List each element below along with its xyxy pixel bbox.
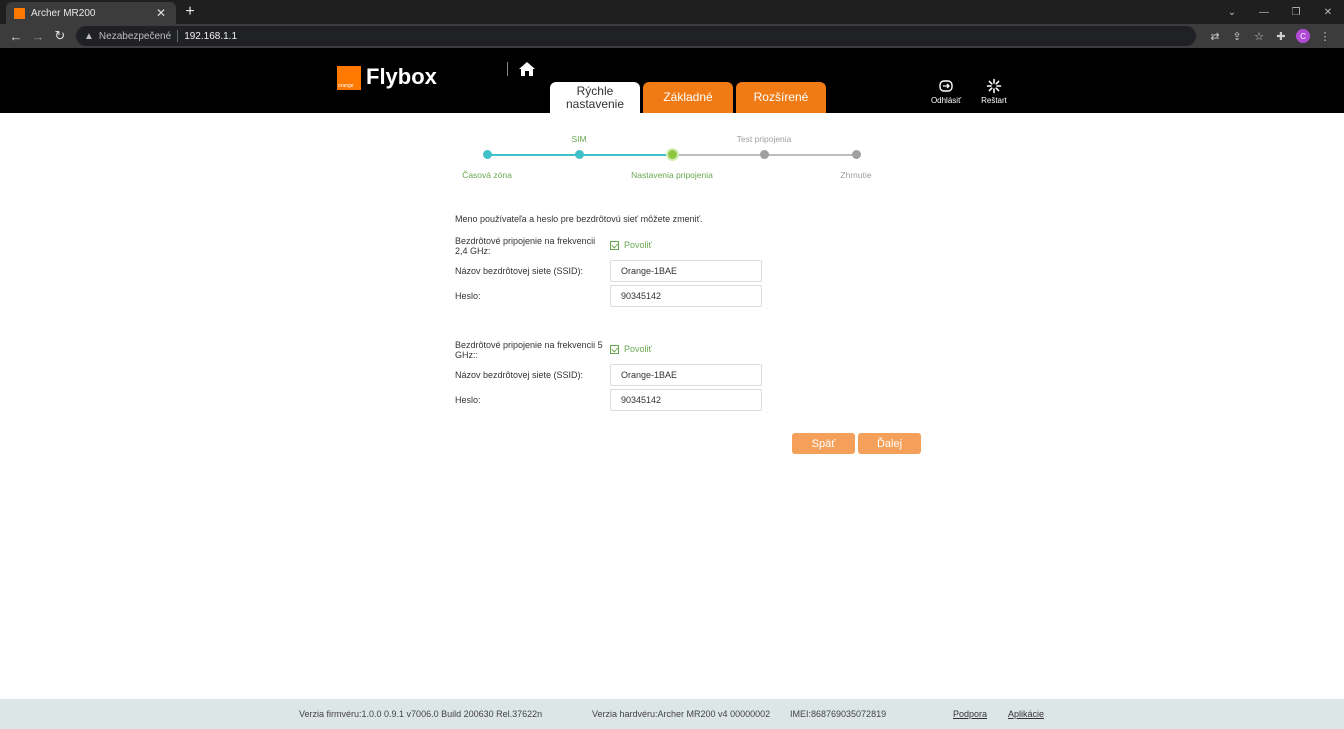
step-dot-sim <box>575 150 584 159</box>
step-dot-timezone <box>483 150 492 159</box>
step-label-connection-test: Test pripojenia <box>736 134 792 144</box>
browser-toolbar: ← → ↻ ▲ Nezabezpečené 192.168.1.1 ⇄ ⇪ ☆ … <box>0 24 1344 48</box>
hardware-version: Verzia hardvéru:Archer MR200 v4 00000002 <box>592 709 771 719</box>
form-intro-text: Meno používateľa a heslo pre bezdrôtovú … <box>455 214 703 224</box>
step-label-timezone: Časová zóna <box>462 170 512 180</box>
logout-icon <box>939 80 953 92</box>
tab-quick-setup[interactable]: Rýchle nastavenie <box>550 82 640 113</box>
page-footer: Verzia firmvéru:1.0.0 0.9.1 v7006.0 Buil… <box>0 699 1344 729</box>
apps-link[interactable]: Aplikácie <box>1008 709 1044 719</box>
restart-button[interactable]: Reštart <box>974 78 1014 105</box>
extensions-puzzle-icon[interactable]: ✚ <box>1270 26 1292 46</box>
warning-icon: ▲ <box>84 30 94 42</box>
back-button[interactable]: Späť <box>792 433 855 454</box>
router-header: orange Flybox Rýchle nastavenie Základné… <box>0 48 1344 113</box>
main-tabs: Rýchle nastavenie Základné Rozšírené <box>550 82 829 113</box>
browser-menu-icon[interactable]: ⋮ <box>1314 26 1336 46</box>
address-bar[interactable]: ▲ Nezabezpečené 192.168.1.1 <box>76 26 1196 46</box>
support-link[interactable]: Podpora <box>953 709 987 719</box>
checkbox-checked-icon <box>610 344 619 354</box>
band24-label: Bezdrôtové pripojenie na frekvencii 2,4 … <box>455 236 596 256</box>
new-tab-icon[interactable]: + <box>182 2 198 22</box>
security-status: Nezabezpečené <box>98 30 172 42</box>
restart-icon <box>986 78 1002 94</box>
translate-icon[interactable]: ⇄ <box>1204 26 1226 46</box>
band5-password-input[interactable]: 90345142 <box>610 389 762 411</box>
step-dot-summary <box>852 150 861 159</box>
orange-favicon-icon <box>14 7 25 19</box>
url-text: 192.168.1.1 <box>184 30 238 42</box>
band5-ssid-label: Názov bezdrôtovej siete (SSID): <box>455 370 584 380</box>
band5-enable-checkbox[interactable]: Povoliť <box>610 344 652 354</box>
close-window-icon[interactable]: ✕ <box>1312 0 1344 24</box>
imei-number: IMEI:868769035072819 <box>790 709 887 719</box>
profile-avatar[interactable]: C <box>1292 26 1314 46</box>
step-label-sim: SIM <box>571 134 587 144</box>
orange-logo: orange <box>337 66 361 90</box>
tab-basic[interactable]: Základné <box>643 82 733 113</box>
next-button[interactable]: Ďalej <box>858 433 921 454</box>
logout-button[interactable]: Odhlásiť <box>926 78 966 105</box>
close-tab-icon[interactable]: ✕ <box>154 6 168 20</box>
minimize-icon[interactable]: — <box>1248 0 1280 24</box>
tab-advanced[interactable]: Rozšírené <box>736 82 826 113</box>
band24-ssid-input[interactable]: Orange-1BAE <box>610 260 762 282</box>
tab-search-icon[interactable]: ⌄ <box>1216 0 1248 24</box>
setup-progress-stepper: Časová zóna SIM Nastavenia pripojenia Te… <box>440 128 900 188</box>
step-label-summary: Zhrnutie <box>840 170 872 180</box>
share-icon[interactable]: ⇪ <box>1226 26 1248 46</box>
window-controls: ⌄ — ❐ ✕ <box>1216 0 1344 24</box>
step-dot-connection-test <box>760 150 769 159</box>
step-label-connection-settings: Nastavenia pripojenia <box>631 170 713 180</box>
browser-tabstrip: Archer MR200 ✕ + ⌄ — ❐ ✕ <box>0 0 1344 24</box>
band24-password-label: Heslo: <box>455 291 481 301</box>
band5-label: Bezdrôtové pripojenie na frekvencii 5 GH… <box>455 340 603 360</box>
band24-enable-checkbox[interactable]: Povoliť <box>610 240 652 250</box>
band24-ssid-label: Názov bezdrôtovej siete (SSID): <box>455 266 584 276</box>
back-arrow-icon[interactable]: ← <box>6 26 26 46</box>
home-icon[interactable] <box>518 61 536 77</box>
reload-icon[interactable]: ↻ <box>50 26 70 46</box>
omnibox-divider <box>177 30 179 42</box>
header-divider <box>507 62 508 76</box>
firmware-version: Verzia firmvéru:1.0.0 0.9.1 v7006.0 Buil… <box>299 709 543 719</box>
forward-arrow-icon[interactable]: → <box>28 26 48 46</box>
band24-password-input[interactable]: 90345142 <box>610 285 762 307</box>
checkbox-checked-icon <box>610 240 619 250</box>
flybox-logo-text: Flybox <box>366 64 437 89</box>
bookmark-star-icon[interactable]: ☆ <box>1248 26 1270 46</box>
toolbar-icons: ⇄ ⇪ ☆ ✚ C ⋮ <box>1204 26 1336 46</box>
tab-title: Archer MR200 <box>31 7 96 19</box>
band5-ssid-input[interactable]: Orange-1BAE <box>610 364 762 386</box>
browser-tab[interactable]: Archer MR200 ✕ <box>6 2 176 24</box>
step-dot-connection-settings <box>666 148 679 161</box>
restore-icon[interactable]: ❐ <box>1280 0 1312 24</box>
band5-password-label: Heslo: <box>455 395 481 405</box>
